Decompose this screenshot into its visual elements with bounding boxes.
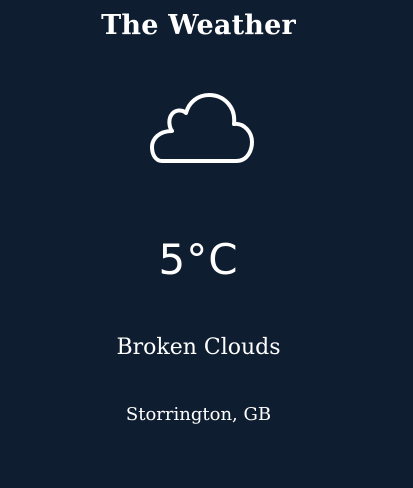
cloud-icon xyxy=(148,93,254,163)
page-title: The Weather xyxy=(101,10,296,41)
location-label: Storrington, GB xyxy=(125,404,272,425)
weather-condition: Broken Clouds xyxy=(116,335,281,360)
temperature: 5°C xyxy=(158,235,239,284)
weather-app: The Weather 5°C Broken Clouds Storringto… xyxy=(0,0,413,488)
